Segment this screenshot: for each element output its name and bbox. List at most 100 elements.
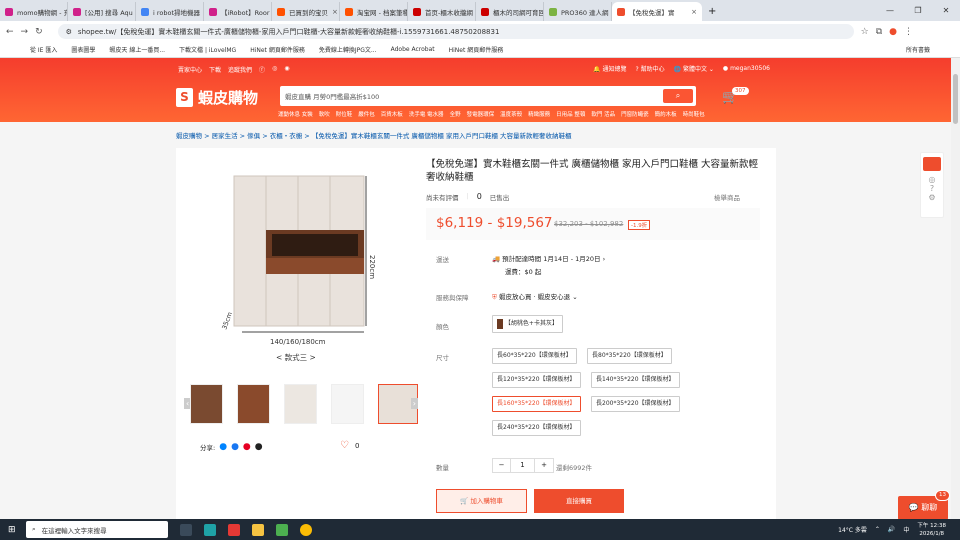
- category-link[interactable]: 全野: [450, 110, 461, 118]
- browser-tab[interactable]: 淘宝网 - 档案筆種×: [340, 2, 408, 21]
- shopee-badge-icon[interactable]: [923, 157, 941, 171]
- quantity-input[interactable]: 1: [511, 459, 535, 472]
- start-icon[interactable]: ⊞: [8, 525, 16, 535]
- bookmark-item[interactable]: HiNet 網頁郵件服務: [250, 45, 305, 54]
- category-link[interactable]: 精緻服務: [528, 110, 550, 118]
- edge-icon[interactable]: [204, 523, 216, 536]
- category-link[interactable]: 發電器環保: [467, 110, 495, 118]
- thumb-next-icon[interactable]: ›: [410, 398, 418, 409]
- buy-now-button[interactable]: 直接購買: [534, 489, 624, 513]
- help-link[interactable]: ? 幫助中心: [635, 64, 664, 73]
- size-option[interactable]: 長60*35*220【環保板材】: [492, 348, 577, 364]
- add-to-cart-button[interactable]: 🛒 加入購物車: [436, 489, 527, 513]
- minimize-button[interactable]: —: [876, 0, 904, 21]
- category-link[interactable]: 百貨木板: [381, 110, 403, 118]
- forward-icon[interactable]: →: [21, 27, 29, 37]
- task-view-icon[interactable]: [180, 523, 192, 536]
- tab-close-icon[interactable]: ×: [332, 8, 338, 16]
- taskbar-search[interactable]: ⌕ 在這裡輸入文字來搜尋: [26, 521, 168, 538]
- category-link[interactable]: 日用品 整頓: [556, 110, 585, 118]
- bookmark-star-icon[interactable]: ☆: [861, 27, 869, 37]
- user-menu[interactable]: ● megan30506: [723, 65, 770, 72]
- all-bookmarks-button[interactable]: 所有書籤: [906, 45, 930, 54]
- x-twitter-icon[interactable]: ●: [255, 442, 263, 452]
- category-link[interactable]: 洗手電 電水器: [409, 110, 444, 118]
- language-select[interactable]: 🌐 繁體中文 ⌄: [674, 64, 714, 73]
- file-explorer-icon[interactable]: [252, 523, 264, 536]
- increment-button[interactable]: +: [535, 459, 553, 472]
- back-icon[interactable]: ←: [6, 27, 14, 37]
- chat-button[interactable]: 💬 聊聊 13: [898, 490, 950, 520]
- category-link[interactable]: 嚴件包: [358, 110, 375, 118]
- category-link[interactable]: 溫度茶殼: [500, 110, 522, 118]
- store-icon[interactable]: [276, 523, 288, 536]
- chrome-icon[interactable]: [300, 523, 312, 536]
- breadcrumb[interactable]: 蝦皮購物 > 居家生活 > 傢俱 > 衣櫃・衣櫥 > 【免稅免運】實木鞋櫃玄關一…: [176, 130, 572, 140]
- report-link[interactable]: 檢舉商品: [714, 192, 740, 202]
- size-option-selected[interactable]: 長160*35*220【環保板材】: [492, 396, 581, 412]
- color-option[interactable]: 【胡桃色+卡其灰】: [492, 315, 563, 333]
- size-option[interactable]: 長120*35*220【環保板材】: [492, 372, 581, 388]
- site-info-icon[interactable]: ⚙: [66, 28, 72, 36]
- profile-avatar-icon[interactable]: ●: [889, 27, 897, 37]
- active-browser-tab[interactable]: 【免稅免運】實 ×: [612, 2, 702, 21]
- extensions-icon[interactable]: ⧉: [876, 27, 882, 37]
- messenger-icon[interactable]: ●: [219, 442, 227, 452]
- weather-text[interactable]: 14°C 多雲: [838, 525, 867, 534]
- maximize-button[interactable]: ❐: [904, 0, 932, 21]
- browser-tab[interactable]: momo購物網 - 充×: [0, 2, 68, 21]
- cart-button[interactable]: 🛒 307: [722, 87, 749, 105]
- app-icon[interactable]: [228, 523, 240, 536]
- settings-icon[interactable]: ⚙: [921, 193, 943, 202]
- network-icon[interactable]: ⌃: [875, 526, 880, 533]
- thumbnail[interactable]: [237, 384, 270, 424]
- facebook-icon[interactable]: ⓕ: [259, 65, 265, 74]
- shipping-eta[interactable]: 🚚 預計配達時間 1月14日 - 1月20日 ›: [492, 253, 605, 263]
- bookmark-item[interactable]: 圖表圖學: [71, 45, 95, 54]
- volume-icon[interactable]: 🔊: [888, 526, 895, 533]
- bookmark-item[interactable]: Adobe Acrobat: [391, 46, 435, 53]
- size-option[interactable]: 長140*35*220【環保板材】: [591, 372, 680, 388]
- decrement-button[interactable]: −: [493, 459, 511, 472]
- url-input[interactable]: ⚙ shopee.tw/【免稅免運】實木鞋櫃玄關一件式-廣櫃儲物櫃-家用入戶門口…: [57, 24, 854, 39]
- category-link[interactable]: 簡約木板: [655, 110, 677, 118]
- seller-center-link[interactable]: 賣家中心: [178, 65, 202, 74]
- help-icon[interactable]: ?: [921, 184, 943, 193]
- size-option[interactable]: 長80*35*220【環保板材】: [587, 348, 672, 364]
- bookmark-item[interactable]: 蝦皮天 線上一番買...: [109, 45, 165, 54]
- browser-tab[interactable]: PRO360 達人網×: [544, 2, 612, 21]
- browser-tab[interactable]: [公用] 搜尋 Aqu×: [68, 2, 136, 21]
- browser-tab[interactable]: 櫃木的司網可育回×: [476, 2, 544, 21]
- bookmark-item[interactable]: 免費線上轉換JPG文...: [319, 45, 377, 54]
- thumbnail[interactable]: [284, 384, 317, 424]
- product-main-image[interactable]: 220cm 35cm 140/160/180cm < 款式三 >: [190, 160, 420, 380]
- category-link[interactable]: 軟門 活品: [591, 110, 615, 118]
- shopee-logo[interactable]: S 蝦皮購物: [176, 87, 258, 108]
- heart-icon[interactable]: ♡: [340, 440, 349, 451]
- tab-close-icon[interactable]: ×: [691, 8, 697, 16]
- bookmark-item[interactable]: 從 IE 匯入: [30, 45, 57, 54]
- bookmark-item[interactable]: HiNet 網頁郵件服務: [449, 45, 504, 54]
- line-icon[interactable]: ◉: [284, 65, 289, 74]
- notification-link[interactable]: 🔔 通知總覽: [593, 64, 626, 73]
- browser-tab[interactable]: i robot掃地機器×: [136, 2, 204, 21]
- search-input[interactable]: 蝦皮直購 月勞0門檻最高折$100: [285, 91, 379, 101]
- new-tab-button[interactable]: +: [702, 2, 722, 21]
- rating-text[interactable]: 尚未有評價: [426, 192, 459, 202]
- ime-indicator[interactable]: 中: [903, 525, 909, 534]
- coin-icon[interactable]: ◎: [921, 175, 943, 184]
- browser-tab[interactable]: 已買到的宝贝 ×: [272, 2, 340, 21]
- reload-icon[interactable]: ↻: [35, 27, 43, 37]
- download-link[interactable]: 下載: [209, 65, 221, 74]
- guarantee-value[interactable]: ⛨ 蝦皮放心買 · 蝦皮安心退 ⌄: [492, 291, 578, 302]
- thumbnail[interactable]: [190, 384, 223, 424]
- browser-tab[interactable]: 【iRobot】Roor×: [204, 2, 272, 21]
- clock[interactable]: 下午 12:38 2026/1/8: [917, 522, 946, 538]
- search-bar[interactable]: 蝦皮直購 月勞0門檻最高折$100 ⌕: [280, 86, 696, 106]
- category-link[interactable]: 時尚鞋包: [683, 110, 705, 118]
- category-link[interactable]: 運動休息 女裝: [278, 110, 313, 118]
- facebook-share-icon[interactable]: ●: [231, 442, 239, 452]
- page-scrollbar[interactable]: [951, 58, 960, 519]
- pinterest-icon[interactable]: ●: [243, 442, 251, 452]
- category-link[interactable]: 軟吹: [319, 110, 330, 118]
